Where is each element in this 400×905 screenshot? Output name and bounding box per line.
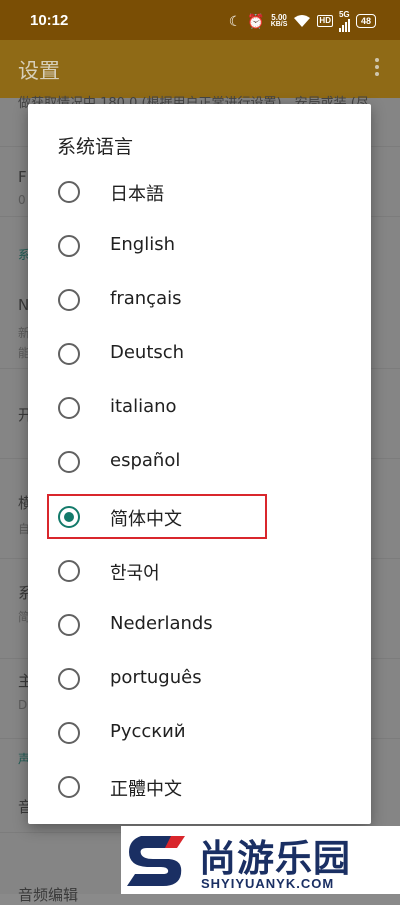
status-icons: ☾ ⏰ 5.00 KB/S HD 5G 48 [228, 10, 376, 32]
language-option-english[interactable]: English [28, 219, 371, 273]
radio-button[interactable] [58, 668, 80, 690]
language-option-german[interactable]: Deutsch [28, 327, 371, 381]
language-option-italian[interactable]: italiano [28, 381, 371, 435]
radio-button[interactable] [58, 560, 80, 582]
option-label: Deutsch [110, 342, 185, 363]
battery-icon: 48 [355, 14, 376, 28]
option-label: 日本語 [110, 184, 164, 205]
language-option-dutch[interactable]: Nederlands [28, 598, 371, 652]
language-option-portuguese[interactable]: português [28, 652, 371, 706]
option-label: English [110, 234, 175, 255]
radio-button[interactable] [58, 614, 80, 636]
watermark-logo-icon [127, 836, 185, 886]
language-option-spanish[interactable]: español [28, 435, 371, 489]
option-label: français [110, 288, 182, 309]
status-time: 10:12 [30, 12, 69, 29]
radio-button[interactable] [58, 181, 80, 203]
language-option-korean[interactable]: 한국어 [28, 544, 371, 598]
radio-button[interactable] [58, 235, 80, 257]
language-option-french[interactable]: français [28, 273, 371, 327]
option-label: 한국어 [110, 563, 160, 584]
network-speed: 5.00 KB/S [270, 13, 288, 29]
do-not-disturb-icon: ☾ [228, 12, 242, 29]
selection-highlight-annotation [47, 494, 267, 539]
watermark: 尚游乐园 SHYIYUANYK.COM [121, 826, 400, 894]
language-option-traditional-chinese[interactable]: 正體中文 [28, 760, 371, 814]
radio-button[interactable] [58, 289, 80, 311]
radio-button[interactable] [58, 451, 80, 473]
wifi-icon [294, 15, 311, 27]
radio-button[interactable] [58, 397, 80, 419]
radio-button[interactable] [58, 722, 80, 744]
language-option-japanese[interactable]: 日本語 [28, 165, 371, 219]
hd-badge: HD [317, 15, 333, 27]
watermark-url: SHYIYUANYK.COM [201, 876, 335, 891]
radio-button[interactable] [58, 776, 80, 798]
option-label: português [110, 667, 202, 688]
option-label: español [110, 450, 181, 471]
language-option-russian[interactable]: Русский [28, 706, 371, 760]
radio-button[interactable] [58, 343, 80, 365]
language-dialog: 系统语言 日本語 English français Deutsch italia… [28, 104, 371, 824]
signal-icon: 5G [338, 10, 350, 32]
option-label: 正體中文 [110, 779, 182, 800]
alarm-icon: ⏰ [247, 12, 265, 29]
app-bar: 设置 [0, 40, 400, 98]
watermark-name: 尚游乐园 [199, 837, 351, 880]
option-label: Русский [110, 721, 186, 742]
status-bar: 10:12 ☾ ⏰ 5.00 KB/S HD 5G 48 [0, 0, 400, 40]
page-title: 设置 [18, 59, 60, 83]
more-options-icon[interactable] [374, 58, 380, 80]
option-label: Nederlands [110, 613, 213, 634]
option-label: italiano [110, 396, 177, 417]
dialog-title: 系统语言 [57, 136, 134, 158]
